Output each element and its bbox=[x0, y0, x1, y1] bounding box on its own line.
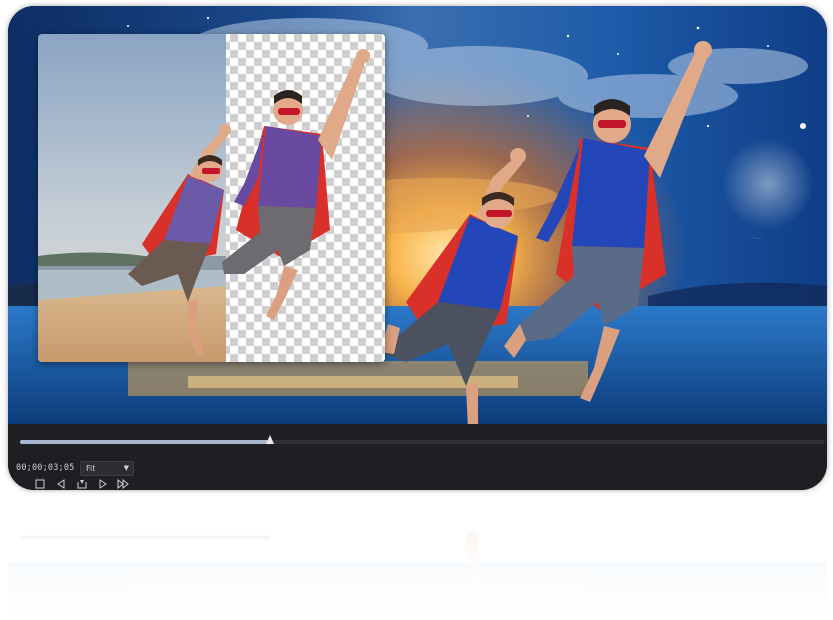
timeline-progress bbox=[20, 440, 270, 444]
step-forward-button[interactable] bbox=[117, 478, 129, 490]
mark-button[interactable] bbox=[76, 478, 88, 490]
step-forward-icon bbox=[117, 479, 129, 489]
play-icon bbox=[99, 479, 107, 489]
step-back-icon bbox=[57, 479, 65, 489]
playhead-handle[interactable] bbox=[266, 435, 274, 444]
timeline-scrubber[interactable] bbox=[20, 435, 825, 444]
playback-controls: 00;00;03;05 Fit ▼ bbox=[8, 424, 827, 490]
zoom-fit-value: Fit bbox=[86, 464, 96, 473]
card-reflection bbox=[8, 492, 827, 620]
timecode-display: 00;00;03;05 bbox=[16, 463, 75, 473]
square-icon bbox=[35, 479, 45, 489]
play-button[interactable] bbox=[97, 478, 109, 490]
background-removal-preview bbox=[38, 34, 385, 362]
chevron-down-icon: ▼ bbox=[123, 464, 129, 472]
mark-icon bbox=[77, 480, 87, 489]
zoom-fit-select[interactable]: Fit ▼ bbox=[80, 461, 134, 476]
video-player: 00;00;03;05 Fit ▼ bbox=[8, 6, 827, 490]
step-back-button[interactable] bbox=[55, 478, 67, 490]
stop-button[interactable] bbox=[34, 478, 46, 490]
